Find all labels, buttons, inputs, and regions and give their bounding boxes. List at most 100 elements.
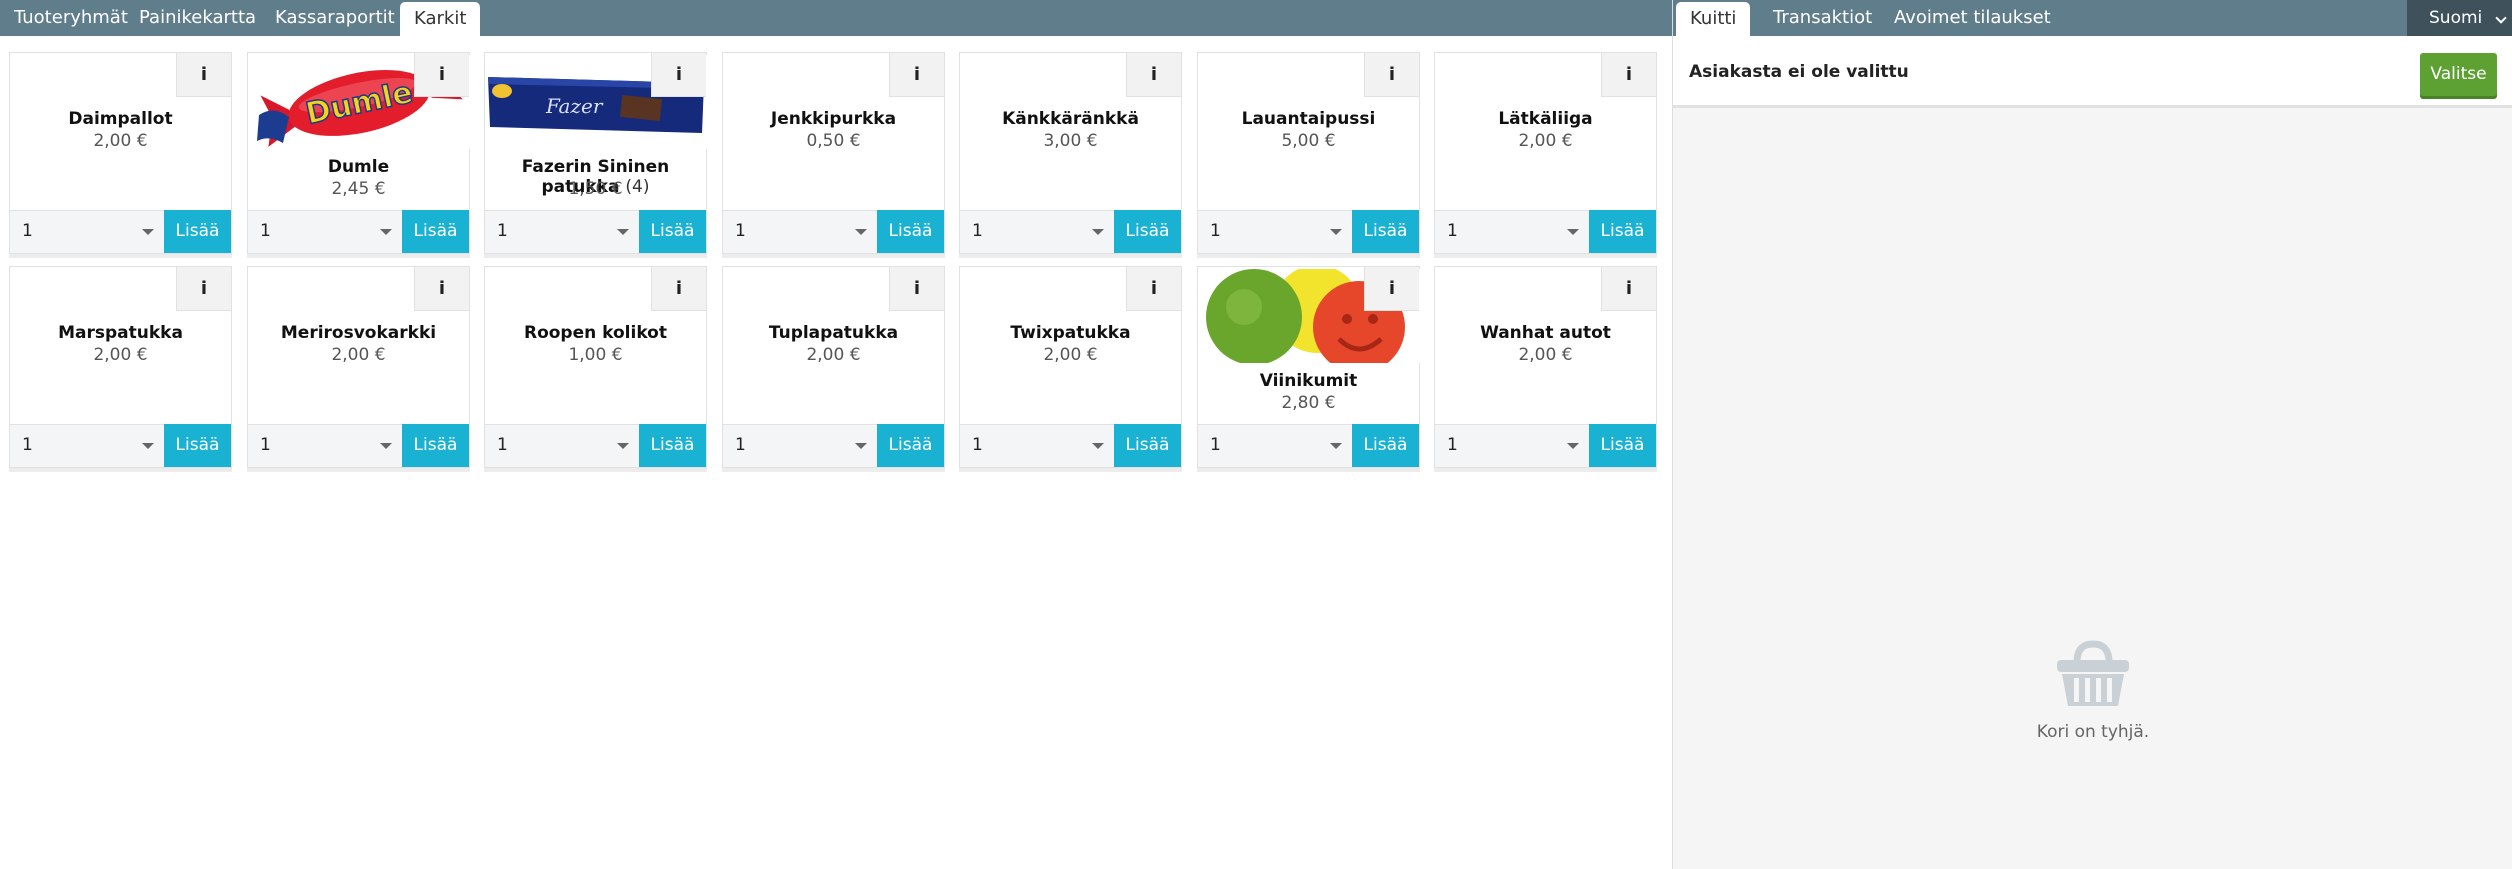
product-name: Marspatukka [58, 323, 183, 343]
quantity-select[interactable]: 1 [248, 210, 404, 253]
add-button[interactable]: Lisää [1589, 210, 1656, 253]
chevron-down-icon [855, 443, 867, 449]
info-icon[interactable]: i [176, 53, 231, 97]
info-icon[interactable]: i [1601, 53, 1656, 97]
add-button[interactable]: Lisää [1589, 424, 1656, 467]
info-icon[interactable]: i [414, 267, 469, 311]
quantity-select[interactable]: 1 [485, 210, 641, 253]
empty-cart-message: Kori on tyhjä. [2036, 722, 2150, 742]
add-button[interactable]: Lisää [1114, 210, 1181, 253]
quantity-select[interactable]: 1 [1435, 210, 1591, 253]
info-icon[interactable]: i [176, 267, 231, 311]
quantity-select[interactable]: 1 [485, 424, 641, 467]
info-icon[interactable]: i [1126, 53, 1181, 97]
add-button[interactable]: Lisää [877, 210, 944, 253]
quantity-select[interactable]: 1 [1198, 424, 1354, 467]
product-card: i Känkkäränkkä 3,00 € 1 Lisää [959, 52, 1182, 254]
quantity-select[interactable]: 1 [723, 424, 879, 467]
product-card: i Tuplapatukka 2,00 € 1 Lisää [722, 266, 945, 468]
quantity-value: 1 [497, 221, 508, 241]
customer-status: Asiakasta ei ole valittu [1689, 62, 1909, 82]
quantity-select[interactable]: 1 [248, 424, 404, 467]
language-select[interactable]: Suomi [2407, 0, 2512, 36]
chevron-down-icon [142, 443, 154, 449]
add-button[interactable]: Lisää [1114, 424, 1181, 467]
product-name: Lauantaipussi [1241, 109, 1376, 129]
tab-button-map[interactable]: Painikekartta [125, 0, 270, 36]
product-card: i Wanhat autot 2,00 € 1 Lisää [1434, 266, 1657, 468]
info-icon[interactable]: i [651, 53, 706, 97]
info-icon[interactable]: i [1601, 267, 1656, 311]
quantity-value: 1 [1210, 221, 1221, 241]
quantity-select[interactable]: 1 [1198, 210, 1354, 253]
tab-open-orders[interactable]: Avoimet tilaukset [1880, 0, 2065, 36]
quantity-select[interactable]: 1 [960, 424, 1116, 467]
info-icon[interactable]: i [1364, 267, 1419, 311]
product-name: Merirosvokarkki [280, 323, 437, 343]
quantity-value: 1 [1447, 435, 1458, 455]
product-name: Dumle [327, 157, 390, 177]
tab-candies[interactable]: Karkit [400, 2, 481, 36]
quantity-select[interactable]: 1 [960, 210, 1116, 253]
product-card: i Daimpallot 2,00 € 1 Lisää [9, 52, 232, 254]
product-name: Tuplapatukka [768, 323, 899, 343]
select-customer-button[interactable]: Valitse [2420, 53, 2497, 96]
info-icon[interactable]: i [1126, 267, 1181, 311]
basket-icon [2057, 640, 2129, 706]
chevron-down-icon [2495, 12, 2507, 24]
add-button[interactable]: Lisää [402, 210, 469, 253]
product-name: Jenkkipurkka [770, 109, 897, 129]
product-card: i Marspatukka 2,00 € 1 Lisää [9, 266, 232, 468]
product-name: Känkkäränkkä [1002, 109, 1139, 129]
quantity-select[interactable]: 1 [10, 210, 166, 253]
info-icon[interactable]: i [1364, 53, 1419, 97]
chevron-down-icon [1092, 229, 1104, 235]
info-icon[interactable]: i [414, 53, 469, 97]
quantity-value: 1 [1447, 221, 1458, 241]
tab-product-groups[interactable]: Tuoteryhmät [0, 0, 142, 36]
receipt-panel: Kuitti Transaktiot Avoimet tilaukset Suo… [1672, 0, 2512, 869]
language-label: Suomi [2429, 8, 2483, 28]
product-name: Twixpatukka [1010, 323, 1131, 343]
product-price: 2,00 € [331, 345, 386, 365]
info-icon[interactable]: i [889, 53, 944, 97]
quantity-value: 1 [22, 221, 33, 241]
product-price: 2,00 € [1043, 345, 1098, 365]
quantity-value: 1 [497, 435, 508, 455]
quantity-value: 1 [972, 435, 983, 455]
info-icon[interactable]: i [889, 267, 944, 311]
product-price: 2,00 € [93, 131, 148, 151]
chevron-down-icon [617, 443, 629, 449]
add-button[interactable]: Lisää [1352, 424, 1419, 467]
product-name: Roopen kolikot [523, 323, 667, 343]
quantity-value: 1 [735, 435, 746, 455]
add-button[interactable]: Lisää [1352, 210, 1419, 253]
svg-text:Fazer: Fazer [545, 94, 604, 118]
add-button[interactable]: Lisää [164, 210, 231, 253]
add-button[interactable]: Lisää [877, 424, 944, 467]
top-navigation: Tuoteryhmät Painikekartta Kassaraportit … [0, 0, 1672, 36]
chevron-down-icon [855, 229, 867, 235]
product-card: i Twixpatukka 2,00 € 1 Lisää [959, 266, 1182, 468]
add-button[interactable]: Lisää [639, 424, 706, 467]
product-price: 3,00 € [1043, 131, 1098, 151]
product-price: 2,80 € [1281, 393, 1336, 413]
add-button[interactable]: Lisää [402, 424, 469, 467]
product-area: Tuoteryhmät Painikekartta Kassaraportit … [0, 0, 1672, 869]
quantity-select[interactable]: 1 [723, 210, 879, 253]
chevron-down-icon [142, 229, 154, 235]
product-name: Daimpallot [68, 109, 173, 129]
add-button[interactable]: Lisää [164, 424, 231, 467]
product-card: Dumle i Dumle 2,45 € 1 Lisää [247, 52, 470, 254]
quantity-select[interactable]: 1 [1435, 424, 1591, 467]
add-button[interactable]: Lisää [639, 210, 706, 253]
tab-receipt[interactable]: Kuitti [1676, 2, 1751, 36]
quantity-select[interactable]: 1 [10, 424, 166, 467]
tab-register-reports[interactable]: Kassaraportit [261, 0, 409, 36]
product-price: 1,50 € [568, 179, 623, 199]
product-card: Fazer i Fazerin Sininen patukka (4) 1,50… [484, 52, 707, 254]
chevron-down-icon [1092, 443, 1104, 449]
tab-transactions[interactable]: Transaktiot [1759, 0, 1886, 36]
empty-cart: Kori on tyhjä. [1673, 640, 2512, 742]
info-icon[interactable]: i [651, 267, 706, 311]
